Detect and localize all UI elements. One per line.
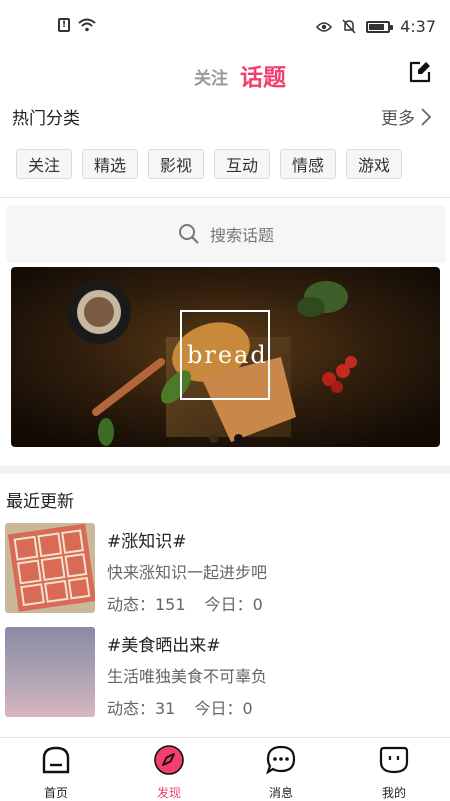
status-right: 4:37: [316, 17, 436, 36]
tab-follow[interactable]: 关注: [194, 64, 228, 89]
chip-film[interactable]: 影视: [148, 149, 204, 179]
more-label: 更多: [381, 109, 415, 129]
nav-messages[interactable]: 消息: [251, 744, 311, 801]
recent-updates-title: 最近更新: [6, 492, 74, 512]
search-placeholder: 搜索话题: [209, 226, 274, 245]
chip-emotion[interactable]: 情感: [280, 149, 336, 179]
knitting-image: [5, 523, 95, 613]
topic-description: 快来涨知识一起进步吧: [107, 563, 268, 582]
nav-home[interactable]: 首页: [26, 744, 86, 801]
topic-description: 生活唯独美食不可辜负: [107, 667, 268, 686]
topic-stats: 动态：31 今日：0: [107, 695, 267, 719]
topic-name: #涨知识#: [107, 532, 187, 552]
dusk-sky-image: [5, 627, 95, 717]
category-chips: 关注 精选 影视 互动 情感 游戏: [16, 149, 402, 179]
topic-thumbnail: [5, 523, 95, 613]
wifi-icon: [78, 18, 96, 32]
chip-interact[interactable]: 互动: [214, 149, 270, 179]
search-bar[interactable]: 搜索话题: [6, 205, 446, 263]
nav-profile-label: 我的: [381, 786, 406, 800]
topic-item[interactable]: #美食晒出来# 生活唯独美食不可辜负 动态：31 今日：0: [5, 627, 445, 719]
topic-today-count: 今日：0: [204, 595, 263, 614]
carousel-dots: [11, 434, 440, 443]
message-icon: [266, 745, 296, 775]
battery-icon: [366, 20, 394, 33]
topic-item[interactable]: #涨知识# 快来涨知识一起进步吧 动态：151 今日：0: [5, 523, 445, 615]
eye-icon: [316, 21, 333, 32]
section-separator: [0, 466, 450, 474]
profile-icon: [379, 746, 409, 774]
banner-carousel[interactable]: bread: [11, 267, 440, 447]
topic-stats: 动态：151 今日：0: [107, 591, 277, 615]
topic-thumbnail: [5, 627, 95, 717]
nav-profile[interactable]: 我的: [364, 744, 424, 801]
nav-discover-label: 发现: [156, 786, 181, 800]
topic-name: #美食晒出来#: [107, 636, 221, 656]
nav-messages-label: 消息: [268, 786, 293, 800]
divider: [0, 197, 450, 198]
bottom-nav: 首页 发现 消息 我的: [0, 737, 450, 801]
bell-off-icon: [342, 19, 356, 34]
nav-discover[interactable]: 发现: [139, 744, 199, 801]
carousel-dot[interactable]: [208, 434, 218, 443]
chip-featured[interactable]: 精选: [82, 149, 138, 179]
carousel-dot-active[interactable]: [233, 434, 243, 443]
chevron-right-icon: [421, 107, 432, 126]
sim-alert-icon: !: [58, 18, 70, 32]
edit-icon[interactable]: [408, 60, 432, 84]
banner-logo-text: bread: [187, 341, 268, 369]
hot-categories-title: 热门分类: [12, 109, 80, 129]
home-icon: [42, 746, 70, 774]
compass-icon: [154, 745, 184, 775]
chip-follow[interactable]: 关注: [16, 149, 72, 179]
chip-game[interactable]: 游戏: [346, 149, 402, 179]
topic-dynamic-count: 动态：31: [107, 699, 176, 718]
more-link[interactable]: 更多: [381, 104, 432, 129]
status-time: 4:37: [400, 17, 436, 36]
nav-home-label: 首页: [43, 786, 68, 800]
status-left: !: [58, 18, 96, 32]
topic-today-count: 今日：0: [194, 699, 253, 718]
top-header: 关注 话题: [0, 52, 450, 96]
tab-topic[interactable]: 话题: [240, 58, 286, 92]
search-icon: [178, 224, 199, 244]
status-bar: ! 4:37: [0, 0, 450, 52]
topic-dynamic-count: 动态：151: [107, 595, 186, 614]
